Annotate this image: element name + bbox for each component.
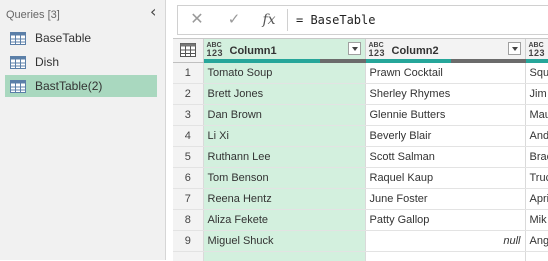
- table-cell[interactable]: Ruthann Lee: [203, 146, 365, 167]
- table-cell[interactable]: Aliza Fekete: [203, 209, 365, 230]
- table-cell[interactable]: Raquel Kaup: [365, 167, 525, 188]
- type-any-icon[interactable]: ABC 123: [369, 42, 386, 58]
- table-row: 9 Miguel Shuck null Ang: [173, 230, 548, 251]
- table-icon: [10, 32, 26, 45]
- cancel-formula-icon[interactable]: ✕: [188, 10, 206, 30]
- collapse-pane-icon[interactable]: ‹: [150, 6, 164, 20]
- table-menu-button[interactable]: [173, 39, 203, 62]
- column-header-column1[interactable]: ABC 123 Column1: [203, 39, 365, 62]
- table-cell[interactable]: Truc: [525, 167, 548, 188]
- queries-pane: Queries [3] ‹ BaseTable Dish: [0, 0, 166, 260]
- table-cell[interactable]: Miguel Shuck: [203, 230, 365, 251]
- table-row: 6 Tom Benson Raquel Kaup Truc: [173, 167, 548, 188]
- table-cell[interactable]: Tomato Soup: [203, 62, 365, 83]
- formula-divider: [287, 9, 288, 31]
- table-cell[interactable]: Glennie Butters: [365, 104, 525, 125]
- row-number[interactable]: 7: [173, 188, 203, 209]
- table-cell[interactable]: And: [525, 125, 548, 146]
- table-cell[interactable]: Mau: [525, 104, 548, 125]
- row-number[interactable]: 4: [173, 125, 203, 146]
- confirm-formula-icon[interactable]: ✓: [225, 10, 243, 30]
- table-cell-null[interactable]: null: [365, 230, 525, 251]
- table-cell[interactable]: Reena Hentz: [203, 188, 365, 209]
- quality-bar-valid: [526, 59, 548, 63]
- query-label: Dish: [35, 55, 59, 69]
- query-item-dish[interactable]: Dish: [5, 51, 157, 73]
- column-title: Column1: [230, 45, 277, 57]
- type-any-icon[interactable]: ABC 123: [207, 42, 224, 58]
- table-cell[interactable]: Ang: [525, 230, 548, 251]
- table-row: 4 Li Xi Beverly Blair And: [173, 125, 548, 146]
- queries-pane-header: Queries [3]: [6, 9, 60, 21]
- table-cell[interactable]: Tom Benson: [203, 167, 365, 188]
- row-number[interactable]: 8: [173, 209, 203, 230]
- table-row: 5 Ruthann Lee Scott Salman Brac: [173, 146, 548, 167]
- table-cell[interactable]: Brett Jones: [203, 83, 365, 104]
- formula-input[interactable]: = BaseTable: [296, 13, 375, 27]
- column-header-column2[interactable]: ABC 123 Column2: [365, 39, 525, 62]
- table-cell[interactable]: Scott Salman: [365, 146, 525, 167]
- table-cell[interactable]: Squ: [525, 62, 548, 83]
- query-label: BastTable(2): [35, 79, 102, 93]
- table-row: 8 Aliza Fekete Patty Gallop Mik: [173, 209, 548, 230]
- table-row: 2 Brett Jones Sherley Rhymes Jim: [173, 83, 548, 104]
- formula-bar: ✕ ✓ fx = BaseTable: [177, 5, 548, 35]
- query-item-basetable[interactable]: BaseTable: [5, 27, 157, 49]
- quality-bar-valid: [204, 59, 320, 63]
- table-cell[interactable]: Brac: [525, 146, 548, 167]
- row-number[interactable]: 6: [173, 167, 203, 188]
- table-icon: [10, 80, 26, 93]
- column-title: Column2: [392, 45, 439, 57]
- table-cell[interactable]: Jim: [525, 83, 548, 104]
- column-header-column3[interactable]: ABC 123: [525, 39, 548, 62]
- table-cell[interactable]: Beverly Blair: [365, 125, 525, 146]
- fx-icon[interactable]: fx: [258, 10, 280, 30]
- table-cell[interactable]: Mik: [525, 209, 548, 230]
- table-cell[interactable]: Sherley Rhymes: [365, 83, 525, 104]
- quality-bar-valid: [366, 59, 451, 63]
- query-label: BaseTable: [35, 31, 91, 45]
- table-cell[interactable]: June Foster: [365, 188, 525, 209]
- quality-bar-empty: [451, 59, 526, 63]
- data-grid: ABC 123 Column1 ABC 123 Column2: [173, 38, 548, 261]
- table-row: 7 Reena Hentz June Foster Apri: [173, 188, 548, 209]
- type-any-icon[interactable]: ABC 123: [529, 42, 546, 58]
- row-number[interactable]: 1: [173, 62, 203, 83]
- table-icon: [10, 56, 26, 69]
- table-cell[interactable]: Patty Gallop: [365, 209, 525, 230]
- filter-dropdown-icon[interactable]: [508, 42, 521, 55]
- table-cell[interactable]: Apri: [525, 188, 548, 209]
- table-cell[interactable]: Li Xi: [203, 125, 365, 146]
- quality-bar-empty: [320, 59, 366, 63]
- table-row: 3 Dan Brown Glennie Butters Mau: [173, 104, 548, 125]
- table-row: 1 Tomato Soup Prawn Cocktail Squ: [173, 62, 548, 83]
- table-cell[interactable]: Dan Brown: [203, 104, 365, 125]
- table-icon: [180, 43, 196, 57]
- row-number[interactable]: 5: [173, 146, 203, 167]
- query-item-basttable2[interactable]: BastTable(2): [5, 75, 157, 97]
- row-number[interactable]: 3: [173, 104, 203, 125]
- row-number[interactable]: 2: [173, 83, 203, 104]
- filter-dropdown-icon[interactable]: [348, 42, 361, 55]
- table-cell[interactable]: Prawn Cocktail: [365, 62, 525, 83]
- row-number[interactable]: 9: [173, 230, 203, 251]
